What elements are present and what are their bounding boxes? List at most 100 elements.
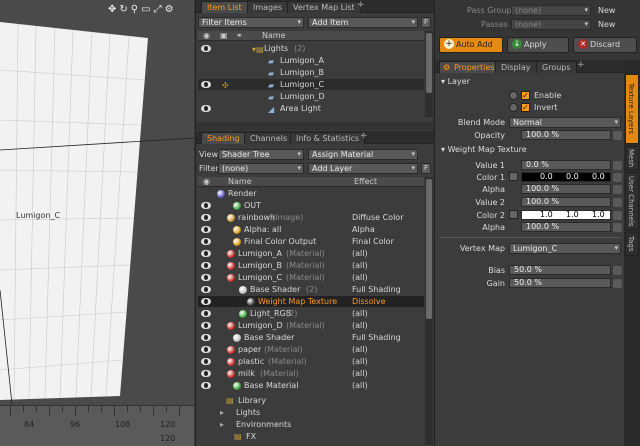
gain-field[interactable]: 50.0 % (509, 278, 611, 288)
shader-group-row[interactable]: ▤ Library (198, 395, 424, 406)
eye-icon[interactable] (201, 358, 211, 365)
vtab-mesh[interactable]: Mesh (625, 146, 639, 170)
shader-tree-row[interactable]: Final Color Output Final Color (198, 236, 424, 247)
value1-field[interactable]: 0.0 % (521, 160, 611, 170)
apply-button[interactable]: ↓ Apply (507, 37, 569, 53)
new-pass-group-button[interactable]: New (598, 6, 615, 15)
alpha1-field[interactable]: 100.0 % (521, 184, 611, 194)
filter-dropdown[interactable]: (none) ▾ (218, 163, 304, 174)
eye-icon[interactable] (201, 250, 211, 257)
enable-checkbox[interactable]: ✓ (521, 91, 530, 100)
add-layer-dropdown[interactable]: Add Layer ▾ (308, 163, 418, 174)
tab-channels[interactable]: Channels (244, 132, 294, 144)
vtab-tags[interactable]: Tags (625, 232, 639, 256)
item-list-row[interactable]: ▰ Lumigon_B (198, 67, 424, 78)
alpha2-envelope-icon[interactable] (613, 223, 622, 232)
bias-field[interactable]: 50.0 % (509, 265, 611, 275)
shader-tree-row[interactable]: Alpha: all Alpha (198, 224, 424, 235)
shading-scrollbar[interactable] (425, 177, 433, 445)
shader-tree-row[interactable]: rainbowh (Image) Diffuse Color (198, 212, 424, 223)
invert-checkbox[interactable]: ✓ (521, 103, 530, 112)
add-tab-icon[interactable]: + (357, 0, 365, 10)
eye-icon[interactable] (201, 346, 211, 353)
discard-button[interactable]: ✕ Discard (573, 37, 637, 53)
item-list-row[interactable]: ▰ Lumigon_D (198, 91, 424, 102)
shader-group-row[interactable]: ▸ Lights (198, 407, 424, 418)
panel-resize-handle[interactable] (196, 122, 434, 130)
timeline-ruler[interactable]: 84 96 108 120 120 (0, 405, 194, 446)
bias-envelope-icon[interactable] (613, 266, 622, 275)
shader-tree-row[interactable]: paper (Material) (all) (198, 344, 424, 355)
vtab-texture-layers[interactable]: Texture Layers (625, 74, 639, 144)
new-pass-button[interactable]: New (598, 20, 615, 29)
f-button[interactable]: F (421, 163, 431, 174)
vtab-user-channels[interactable]: User Channels (625, 172, 639, 230)
rotate-icon[interactable]: ↻ (119, 4, 130, 15)
eye-icon[interactable] (201, 238, 211, 245)
shader-tree-row[interactable]: Base Shader (2) Full Shading (198, 284, 424, 295)
tab-images[interactable]: Images (247, 1, 289, 13)
vertex-map-dropdown[interactable]: Lumigon_C ▾ (509, 243, 621, 254)
value2-envelope-icon[interactable] (613, 198, 622, 207)
tab-vertex-map-list[interactable]: Vertex Map List (287, 1, 361, 13)
wmt-section-header[interactable]: ▾ Weight Map Texture (441, 145, 527, 155)
move-icon[interactable]: ✥ (108, 4, 119, 15)
eye-icon[interactable] (201, 322, 211, 329)
add-tab-icon[interactable]: + (577, 60, 585, 70)
pass-groups-dropdown[interactable]: (none) ▾ (511, 5, 591, 16)
eye-icon[interactable] (201, 286, 211, 293)
eye-icon[interactable] (201, 382, 211, 389)
chevron-right-icon[interactable]: ▸ (220, 419, 224, 430)
chevron-right-icon[interactable]: ▸ (220, 407, 224, 418)
auto-add-button[interactable]: + Auto Add (439, 37, 503, 53)
layer-section-header[interactable]: ▾ Layer (441, 77, 470, 87)
tab-groups[interactable]: Groups (536, 61, 577, 73)
eye-icon[interactable] (201, 370, 211, 377)
shader-tree-row[interactable]: Light_RGB (2) (all) (198, 308, 424, 319)
3d-viewport[interactable]: Lumigon_C ✥↻⚲▭⤢⚙ (0, 0, 194, 446)
eye-icon[interactable] (201, 105, 211, 112)
shader-tree-row[interactable]: Base Material (all) (198, 380, 424, 391)
tab-item-list[interactable]: Item List (201, 1, 248, 13)
add-tab-icon[interactable]: + (360, 131, 368, 141)
eye-icon[interactable] (201, 262, 211, 269)
enable-dot[interactable] (509, 91, 518, 100)
shader-tree-row[interactable]: Render (198, 188, 424, 199)
invert-dot[interactable] (509, 103, 518, 112)
eye-icon[interactable] (201, 310, 211, 317)
tab-properties[interactable]: ⚙ Properties (439, 61, 501, 73)
shader-group-row[interactable]: ▸ Environments (198, 419, 424, 430)
settings-icon[interactable]: ⚙ (165, 4, 177, 15)
item-list-row[interactable]: ✣ ▰ Lumigon_C (198, 79, 424, 90)
tab-display[interactable]: Display (495, 61, 537, 73)
color2-field[interactable]: 1.0 1.0 1.0 (521, 210, 611, 220)
alpha2-field[interactable]: 100.0 % (521, 222, 611, 232)
eye-icon[interactable] (201, 298, 211, 305)
eye-icon[interactable] (201, 81, 211, 88)
viewport-toolbar[interactable]: ✥↻⚲▭⤢⚙ (108, 4, 177, 15)
color2-swatch[interactable] (509, 210, 518, 219)
assign-material-dropdown[interactable]: Assign Material ▾ (308, 149, 418, 160)
shader-group-row[interactable]: ▤ FX (198, 431, 424, 442)
color1-swatch[interactable] (509, 172, 518, 181)
eye-icon[interactable] (201, 274, 211, 281)
shader-tree-row[interactable]: Base Shader Full Shading (198, 332, 424, 343)
fit-icon[interactable]: ⤢ (154, 4, 165, 15)
color1-envelope-icon[interactable] (613, 173, 622, 182)
f-button[interactable]: F (421, 17, 431, 28)
gain-envelope-icon[interactable] (613, 279, 622, 288)
item-list-row[interactable]: ◢ Area Light (198, 103, 424, 114)
eye-icon[interactable] (201, 226, 211, 233)
tab-shading[interactable]: Shading (201, 132, 246, 144)
shader-tree-row[interactable]: Lumigon_C (Material) (all) (198, 272, 424, 283)
item-list-row[interactable]: ▾▤ Lights (2) (198, 43, 424, 54)
search-icon[interactable]: ⚲ (131, 4, 141, 15)
filter-items-dropdown[interactable]: Filter Items ▾ (198, 17, 304, 28)
shader-tree-row[interactable]: plastic (Material) (all) (198, 356, 424, 367)
item-list-row[interactable]: ▰ Lumigon_A (198, 55, 424, 66)
view-dropdown[interactable]: Shader Tree ▾ (218, 149, 304, 160)
value2-field[interactable]: 100.0 % (521, 197, 611, 207)
shader-tree-row[interactable]: Lumigon_D (Material) (all) (198, 320, 424, 331)
add-item-dropdown[interactable]: Add Item ▾ (308, 17, 418, 28)
passes-dropdown[interactable]: (none) ▾ (511, 19, 591, 30)
